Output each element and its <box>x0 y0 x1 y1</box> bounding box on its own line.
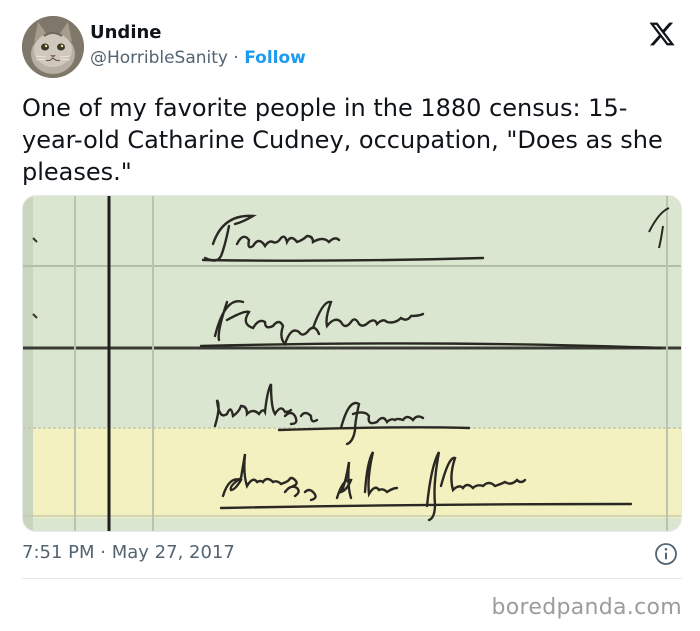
timestamp[interactable]: 7:51 PM · May 27, 2017 <box>22 541 235 565</box>
display-name[interactable]: Undine <box>90 21 306 45</box>
follow-button[interactable]: Follow <box>244 48 306 68</box>
tweet-date: May 27, 2017 <box>111 542 235 563</box>
census-image[interactable] <box>22 195 682 532</box>
handle-separator: · <box>233 48 239 68</box>
x-logo-icon[interactable] <box>648 20 676 48</box>
handle-row: @HorribleSanity · Follow <box>90 46 306 70</box>
author-block: Undine @HorribleSanity · Follow <box>90 21 306 70</box>
divider <box>22 578 682 579</box>
tweet-time: 7:51 PM <box>22 542 95 563</box>
avatar[interactable] <box>22 16 84 78</box>
time-separator: · <box>100 542 106 563</box>
cat-avatar-icon <box>22 16 84 78</box>
watermark: boredpanda.com <box>491 595 682 620</box>
info-icon[interactable] <box>654 542 678 566</box>
handle[interactable]: @HorribleSanity <box>90 48 228 68</box>
tweet-text: One of my favorite people in the 1880 ce… <box>22 94 663 186</box>
tweet-card: Undine @HorribleSanity · Follow One of m… <box>0 0 700 631</box>
